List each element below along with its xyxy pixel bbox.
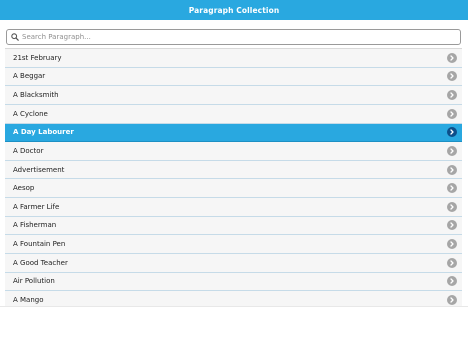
list-item-label: A Good Teacher: [13, 258, 68, 267]
list-item[interactable]: A Cyclone: [5, 104, 462, 124]
list-item-label: A Fisherman: [13, 221, 57, 230]
chevron-right-icon[interactable]: [447, 127, 457, 138]
chevron-right-icon[interactable]: [447, 201, 457, 212]
list-item-label: 21st February: [13, 53, 62, 62]
list-item[interactable]: A Fountain Pen: [5, 235, 462, 254]
chevron-right-icon[interactable]: [447, 164, 457, 175]
list-item-label: Advertisement: [13, 165, 65, 174]
list-item[interactable]: A Good Teacher: [5, 253, 462, 273]
search-icon: [10, 32, 20, 42]
list-item[interactable]: A Farmer Life: [5, 198, 462, 217]
chevron-right-icon[interactable]: [447, 183, 457, 194]
paragraph-list: 21st February A Beggar A Blacksmith A Cy…: [5, 48, 462, 306]
list-item[interactable]: Advertisement: [5, 160, 462, 180]
divider: [0, 306, 468, 307]
list-item-label: A Cyclone: [13, 109, 48, 118]
chevron-right-icon[interactable]: [447, 257, 457, 268]
chevron-right-icon[interactable]: [447, 108, 457, 119]
chevron-right-icon[interactable]: [447, 220, 457, 231]
chevron-right-icon[interactable]: [447, 239, 457, 250]
chevron-right-icon[interactable]: [447, 145, 457, 156]
app-header: Paragraph Collection: [0, 0, 468, 20]
list-item-label: A Beggar: [13, 72, 46, 81]
chevron-right-icon[interactable]: [447, 90, 457, 101]
list-item-label: A Blacksmith: [13, 91, 59, 100]
list-item[interactable]: A Mango: [5, 291, 462, 306]
list-item[interactable]: A Blacksmith: [5, 86, 462, 105]
list-item[interactable]: A Beggar: [5, 67, 462, 87]
list-item-label: A Doctor: [13, 146, 44, 155]
chevron-right-icon[interactable]: [447, 294, 457, 305]
list-item-label: Air Pollution: [13, 277, 55, 286]
list-item[interactable]: Air Pollution: [5, 272, 462, 292]
chevron-right-icon[interactable]: [447, 276, 457, 287]
list-item[interactable]: Aesop: [5, 179, 462, 198]
chevron-right-icon[interactable]: [447, 71, 457, 82]
list-item[interactable]: 21st February: [5, 49, 462, 68]
list-item-label: A Farmer Life: [13, 202, 60, 211]
list-item-label: Aesop: [13, 184, 35, 193]
list-item-label: A Day Labourer: [13, 128, 74, 137]
search-bar[interactable]: [6, 29, 461, 45]
app-window: Paragraph Collection 21st February A Beg…: [0, 0, 468, 355]
list-item[interactable]: A Fisherman: [5, 216, 462, 236]
list-item-label: A Fountain Pen: [13, 240, 66, 249]
search-input[interactable]: [20, 31, 460, 43]
list-item-selected[interactable]: A Day Labourer: [5, 123, 462, 143]
page-title: Paragraph Collection: [188, 5, 280, 15]
chevron-right-icon[interactable]: [447, 52, 457, 63]
list-item[interactable]: A Doctor: [5, 142, 462, 161]
list-item-label: A Mango: [13, 295, 44, 304]
